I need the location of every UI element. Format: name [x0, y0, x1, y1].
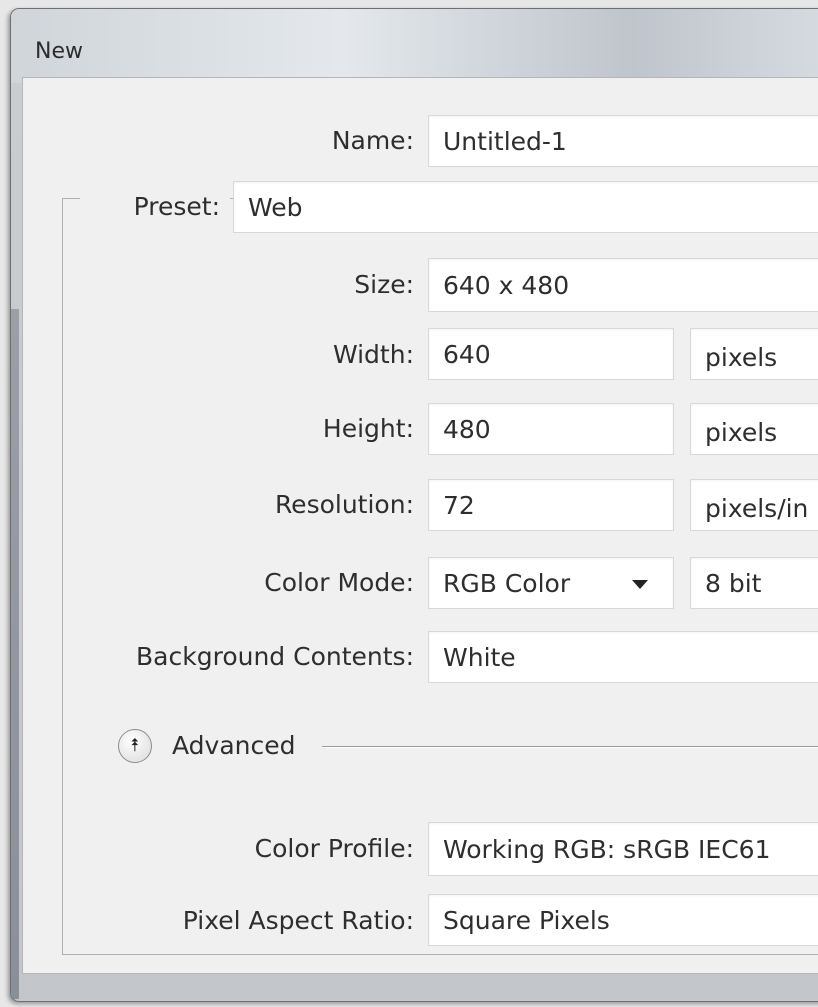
name-label: Name: — [331, 126, 414, 155]
pixel-aspect-ratio-value: Square Pixels — [443, 905, 610, 935]
color-profile-value: Working RGB: sRGB IEC61 — [443, 834, 771, 864]
resolution-input[interactable]: 72 — [428, 479, 674, 531]
width-unit-select[interactable]: pixels — [690, 328, 818, 380]
size-value: 640 x 480 — [443, 270, 570, 300]
color-profile-select[interactable]: Working RGB: sRGB IEC61 — [428, 822, 818, 876]
background-contents-value: White — [443, 642, 516, 672]
color-mode-select[interactable]: RGB Color — [428, 557, 674, 609]
advanced-divider — [322, 746, 818, 747]
color-profile-label: Color Profile: — [254, 834, 414, 863]
color-mode-value: RGB Color — [443, 568, 571, 598]
name-input[interactable]: Untitled-1 — [428, 115, 818, 167]
advanced-label: Advanced — [172, 731, 296, 760]
width-value: 640 — [443, 339, 491, 369]
preset-label: Preset: — [133, 192, 220, 221]
color-mode-label: Color Mode: — [264, 568, 414, 597]
size-select[interactable]: 640 x 480 — [428, 258, 818, 312]
width-input[interactable]: 640 — [428, 328, 674, 380]
resolution-value: 72 — [443, 490, 475, 520]
height-value: 480 — [443, 414, 491, 444]
width-label: Width: — [332, 340, 414, 369]
pixel-aspect-ratio-select[interactable]: Square Pixels — [428, 894, 818, 946]
chevron-down-icon — [632, 580, 648, 589]
height-label: Height: — [322, 414, 414, 443]
height-unit-value: pixels — [705, 417, 778, 447]
name-value: Untitled-1 — [443, 126, 567, 156]
window-frame-edge — [11, 309, 19, 999]
resolution-label: Resolution: — [274, 490, 414, 519]
preset-select[interactable]: Web — [233, 181, 818, 233]
height-unit-select[interactable]: pixels — [690, 403, 818, 455]
window-title: New — [35, 39, 83, 64]
size-label: Size: — [354, 270, 414, 299]
title-bar: New — [11, 9, 818, 83]
preset-gap — [52, 100, 252, 130]
resolution-unit-select[interactable]: pixels/in — [690, 479, 818, 531]
pixel-aspect-ratio-label: Pixel Aspect Ratio: — [182, 906, 414, 935]
bit-depth-select[interactable]: 8 bit — [690, 557, 818, 609]
preset-value: Web — [248, 192, 303, 222]
bit-depth-value: 8 bit — [705, 568, 762, 598]
background-contents-label: Background Contents: — [136, 642, 414, 671]
height-input[interactable]: 480 — [428, 403, 674, 455]
collapse-chevrons-icon[interactable]: ⯭ — [118, 729, 152, 763]
resolution-unit-value: pixels/in — [705, 493, 809, 523]
width-unit-value: pixels — [705, 342, 778, 372]
background-contents-select[interactable]: White — [428, 631, 818, 683]
